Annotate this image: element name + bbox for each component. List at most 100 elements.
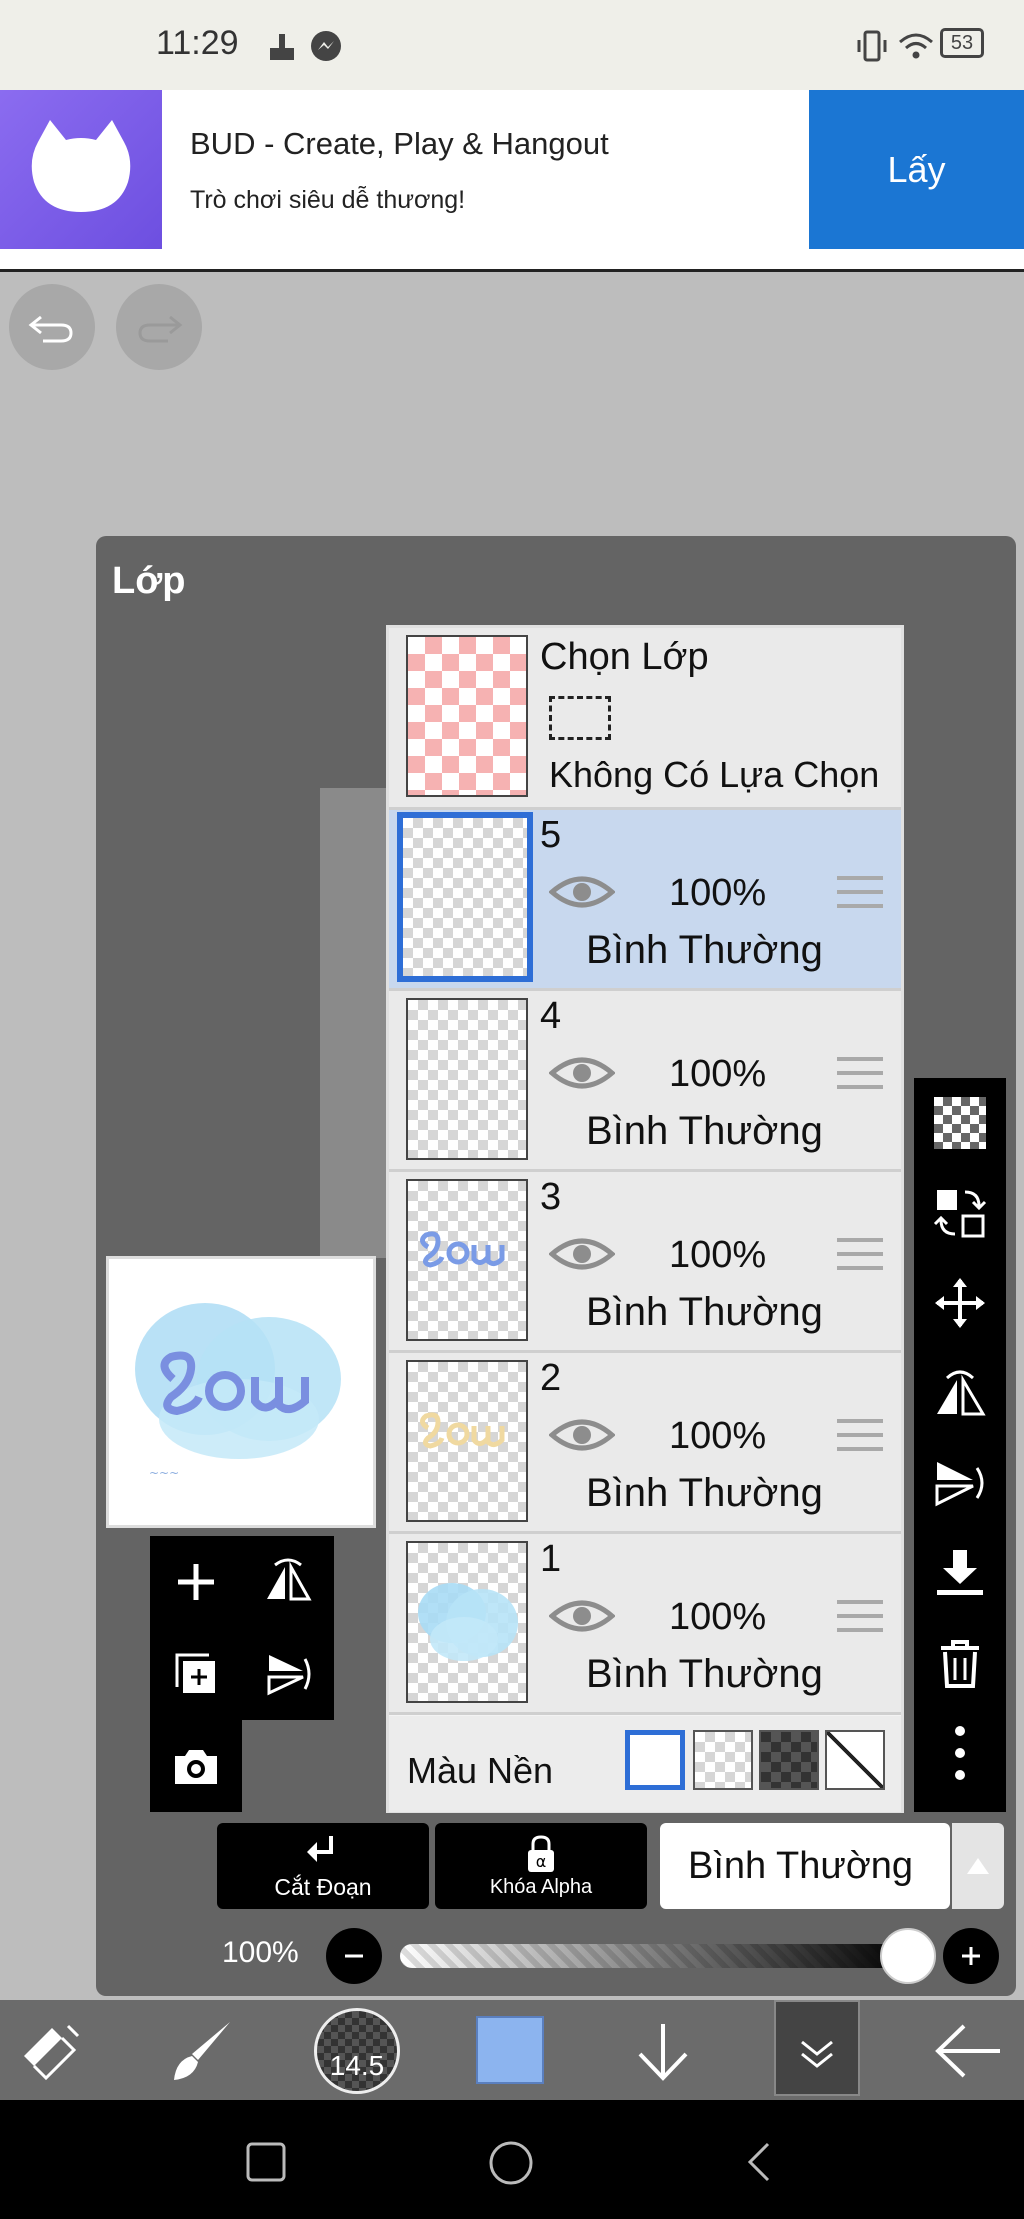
canvas-preview: ~~~ (106, 1256, 376, 1528)
left-layer-tools (150, 1536, 334, 1812)
undo-icon (28, 315, 73, 343)
alpha-lock-button[interactable]: α Khóa Alpha (435, 1823, 647, 1909)
drag-handle-icon[interactable] (837, 1600, 883, 1636)
delete-layer-button[interactable] (914, 1618, 1006, 1708)
visibility-eye-icon[interactable] (549, 1053, 615, 1093)
swap-layer-button[interactable] (914, 1168, 1006, 1258)
svg-text:α: α (536, 1852, 547, 1871)
visibility-eye-icon[interactable] (549, 872, 615, 912)
flip-horizontal-icon (267, 1558, 312, 1601)
plus-icon (178, 1564, 214, 1600)
bg-white-swatch[interactable] (625, 1730, 685, 1790)
layer-row-2[interactable]: 2 100% Bình Thường (389, 1353, 901, 1534)
bg-transparent-swatch[interactable] (693, 1730, 753, 1790)
layer-thumbnail (397, 812, 533, 982)
right-toolbar (914, 1078, 1006, 1812)
layer-row-5[interactable]: 5 100% Bình Thường (389, 810, 901, 991)
ad-subtitle: Trò chơi siêu dễ thương! (190, 186, 466, 214)
status-bar: 11:29 53 (0, 0, 1024, 90)
svg-text:~~~: ~~~ (149, 1466, 179, 1480)
visibility-eye-icon[interactable] (549, 1234, 615, 1274)
blend-mode-select[interactable]: Bình Thường (660, 1823, 950, 1909)
drag-handle-icon[interactable] (837, 1419, 883, 1455)
background-row: Màu Nền (389, 1716, 901, 1812)
layer-down-button[interactable] (628, 2016, 698, 2086)
layer-number: 3 (540, 1176, 562, 1218)
panel-title: Lớp (112, 560, 186, 602)
layer-number: 5 (540, 814, 562, 856)
drag-handle-icon[interactable] (837, 876, 883, 912)
duplicate-layer-button[interactable] (150, 1628, 242, 1720)
layer-opacity: 100% (669, 1415, 767, 1457)
layer-row-4[interactable]: 4 100% Bình Thường (389, 991, 901, 1172)
opacity-decrease-button[interactable] (326, 1928, 382, 1984)
layer-thumbnail (406, 998, 528, 1160)
opacity-slider-thumb[interactable] (880, 1928, 936, 1984)
flip-horizontal-button[interactable] (242, 1536, 334, 1628)
selection-status: Không Có Lựa Chọn (549, 754, 880, 795)
cloud-paint-icon (418, 1583, 518, 1661)
layer-row-1[interactable]: 1 100% Bình Thường (389, 1534, 901, 1715)
ad-install-button[interactable]: Lấy (809, 90, 1024, 249)
back-button[interactable] (934, 2016, 1004, 2086)
ad-app-logo (0, 90, 162, 249)
recent-apps-icon[interactable] (244, 2140, 288, 2184)
duplicate-layer-icon (175, 1653, 215, 1693)
transform-tool-button[interactable] (16, 2016, 86, 2086)
lettering-art-icon (420, 1231, 505, 1268)
select-layer-label: Chọn Lớp (540, 636, 709, 678)
status-time: 11:29 (156, 24, 239, 62)
bg-none-swatch[interactable] (825, 1730, 885, 1790)
layer-number: 4 (540, 995, 562, 1037)
opacity-increase-button[interactable] (943, 1928, 999, 1984)
opacity-value: 100% (222, 1936, 299, 1969)
home-icon[interactable] (486, 2138, 536, 2188)
camera-button[interactable] (150, 1720, 242, 1812)
opacity-slider[interactable] (400, 1944, 910, 1968)
move-icon (935, 1278, 985, 1328)
redo-button[interactable] (116, 284, 202, 370)
visibility-eye-icon[interactable] (549, 1596, 615, 1636)
bg-dark-swatch[interactable] (759, 1730, 819, 1790)
drag-handle-icon[interactable] (837, 1057, 883, 1093)
layer-row-3[interactable]: 3 100% Bình Thường (389, 1172, 901, 1353)
clipping-button[interactable]: Cắt Đoạn (217, 1823, 429, 1909)
layer-list: Chọn Lớp Không Có Lựa Chọn 5 100% Bình T… (386, 625, 904, 1813)
battery-icon: 53 (940, 28, 984, 58)
visibility-eye-icon[interactable] (549, 1415, 615, 1455)
nav-back-icon[interactable] (740, 2140, 780, 2184)
layer-blend-mode: Bình Thường (586, 928, 823, 972)
blend-mode-dropdown[interactable] (952, 1823, 1004, 1909)
chevron-double-down-icon (801, 2040, 833, 2068)
undo-button[interactable] (9, 284, 95, 370)
cat-logo-icon (31, 120, 131, 212)
more-options-button[interactable] (914, 1708, 1006, 1798)
ad-title: BUD - Create, Play & Hangout (190, 126, 609, 161)
brush-tool-button[interactable] (168, 2016, 238, 2086)
transform-icon (24, 2024, 80, 2081)
merge-down-button[interactable] (914, 1528, 1006, 1618)
layer-number: 1 (540, 1538, 562, 1580)
drag-handle-icon[interactable] (837, 1238, 883, 1274)
arrow-left-icon (935, 2024, 1000, 2078)
flip-h-tool-button[interactable] (914, 1348, 1006, 1438)
ad-banner[interactable]: BUD - Create, Play & Hangout Trò chơi si… (0, 90, 1024, 272)
layer-blend-mode: Bình Thường (586, 1652, 823, 1696)
select-layer-row[interactable]: Chọn Lớp Không Có Lựa Chọn (389, 628, 901, 810)
lettering-shadow-icon (420, 1412, 505, 1449)
flip-vertical-button[interactable] (242, 1628, 334, 1720)
triangle-up-icon (967, 1858, 989, 1874)
flip-v-tool-button[interactable] (914, 1438, 1006, 1528)
move-button[interactable] (914, 1258, 1006, 1348)
clipping-label: Cắt Đoạn (274, 1873, 372, 1900)
camera-icon (175, 1750, 217, 1784)
transparency-button[interactable] (914, 1078, 1006, 1168)
color-picker-swatch[interactable] (476, 2016, 544, 2084)
minus-icon (345, 1954, 363, 1958)
layer-blend-mode: Bình Thường (586, 1109, 823, 1153)
selection-marquee-icon (549, 696, 611, 740)
lock-icon: α (528, 1834, 554, 1872)
trash-icon (941, 1640, 979, 1688)
add-layer-button[interactable] (150, 1536, 242, 1628)
menu-toggle-button[interactable] (774, 2000, 860, 2096)
